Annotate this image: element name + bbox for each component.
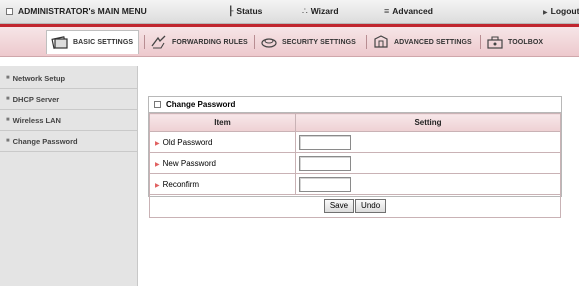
- sidebar-item-network-setup[interactable]: ■ Network Setup: [0, 68, 137, 89]
- toolbox-icon: [486, 35, 504, 49]
- new-password-field[interactable]: [299, 155, 351, 171]
- reconfirm-password-field[interactable]: [299, 176, 351, 192]
- tab-toolbox-label: TOOLBOX: [508, 38, 544, 46]
- reconfirm-cell: [295, 173, 561, 195]
- table-header-row: Item Setting: [149, 113, 561, 132]
- table-row: ▶ Old Password: [149, 131, 561, 153]
- tab-advanced-settings[interactable]: ADVANCED SETTINGS: [372, 30, 472, 54]
- tab-basic-settings[interactable]: BASIC SETTINGS: [46, 30, 140, 54]
- status-link[interactable]: ┠ Status: [228, 6, 262, 17]
- button-cell: Save Undo: [149, 194, 561, 218]
- column-header-setting: Setting: [295, 113, 561, 132]
- tab-divider: [254, 35, 255, 49]
- sidebar-item-change-password[interactable]: ■ Change Password: [0, 131, 137, 152]
- tab-toolbox[interactable]: TOOLBOX: [486, 30, 543, 54]
- panel-header: Change Password: [149, 97, 561, 113]
- sidebar: ■ Network Setup ■ DHCP Server ■ Wireless LA…: [0, 66, 138, 286]
- tab-divider: [366, 35, 367, 49]
- tab-forwarding-rules[interactable]: FORWARDING RULES: [150, 30, 248, 54]
- menu-box-icon: [6, 8, 13, 15]
- tab-advanced-settings-label: ADVANCED SETTINGS: [394, 38, 472, 46]
- undo-button[interactable]: Undo: [355, 199, 387, 213]
- tab-forwarding-rules-label: FORWARDING RULES: [172, 38, 248, 46]
- change-password-panel: Change Password Item Setting ▶ Old Passwo…: [148, 96, 562, 218]
- old-password-field[interactable]: [299, 134, 351, 150]
- tab-divider: [480, 35, 481, 49]
- sidebar-item-label: DHCP Server: [12, 94, 60, 104]
- tab-security-settings[interactable]: SECURITY SETTINGS: [260, 30, 356, 54]
- tab-security-settings-label: SECURITY SETTINGS: [282, 38, 356, 46]
- row-label-text: Reconfirm: [162, 179, 200, 189]
- wizard-icon: ∴: [302, 6, 308, 16]
- tab-basic-settings-label: BASIC SETTINGS: [73, 39, 134, 46]
- status-label: Status: [236, 6, 263, 16]
- row-arrow-icon: ▶: [155, 140, 160, 147]
- checkbox-icon: [154, 101, 161, 108]
- wizard-link[interactable]: ∴ Wizard: [302, 6, 339, 17]
- save-button[interactable]: Save: [323, 199, 355, 213]
- sidebar-item-label: Change Password: [12, 136, 78, 146]
- basic-settings-icon: [51, 35, 69, 50]
- wizard-label: Wizard: [310, 6, 339, 16]
- row-arrow-icon: ▶: [155, 182, 160, 189]
- row-arrow-icon: ▶: [155, 161, 160, 168]
- password-table: Item Setting ▶ Old Password ▶ New Password…: [149, 113, 561, 218]
- logout-label: Logout: [550, 6, 579, 16]
- advanced-label: Advanced: [392, 6, 433, 16]
- tab-divider: [144, 35, 145, 49]
- new-password-cell: [295, 152, 561, 174]
- row-label-text: New Password: [162, 158, 216, 168]
- old-password-label: ▶ Old Password: [149, 131, 296, 153]
- reconfirm-label: ▶ Reconfirm: [149, 173, 296, 195]
- row-label-text: Old Password: [162, 137, 213, 147]
- sidebar-item-label: Wireless LAN: [12, 115, 61, 125]
- logout-link[interactable]: ▶ Logout: [543, 6, 579, 16]
- status-icon: ┠: [228, 6, 234, 16]
- bullet-icon: ■: [6, 75, 10, 81]
- bullet-icon: ■: [6, 117, 10, 123]
- sidebar-item-dhcp-server[interactable]: ■ DHCP Server: [0, 89, 137, 110]
- button-row: Save Undo: [149, 194, 561, 218]
- bullet-icon: ■: [6, 138, 10, 144]
- forwarding-rules-icon: [150, 35, 168, 49]
- sidebar-item-wireless-lan[interactable]: ■ Wireless LAN: [0, 110, 137, 131]
- new-password-label: ▶ New Password: [149, 152, 296, 174]
- old-password-cell: [295, 131, 561, 153]
- advanced-settings-icon: [372, 35, 390, 49]
- panel-title: Change Password: [166, 100, 236, 109]
- top-menu-bar: ADMINISTRATOR's MAIN MENU ┠ Status ∴ Wizar…: [0, 0, 579, 24]
- security-settings-icon: [260, 35, 278, 49]
- table-row: ▶ Reconfirm: [149, 173, 561, 195]
- advanced-link[interactable]: ≡ Advanced: [384, 6, 433, 16]
- column-header-item: Item: [149, 113, 296, 132]
- bullet-icon: ■: [6, 96, 10, 102]
- tab-bar: BASIC SETTINGS FORWARDING RULES SECURITY…: [0, 27, 579, 57]
- table-row: ▶ New Password: [149, 152, 561, 174]
- sidebar-item-label: Network Setup: [12, 73, 66, 83]
- main-menu-title-text: ADMINISTRATOR's MAIN MENU: [18, 6, 147, 16]
- advanced-icon: ≡: [384, 6, 390, 16]
- main-menu-title: ADMINISTRATOR's MAIN MENU: [6, 6, 147, 16]
- logout-arrow-icon: ▶: [543, 10, 548, 16]
